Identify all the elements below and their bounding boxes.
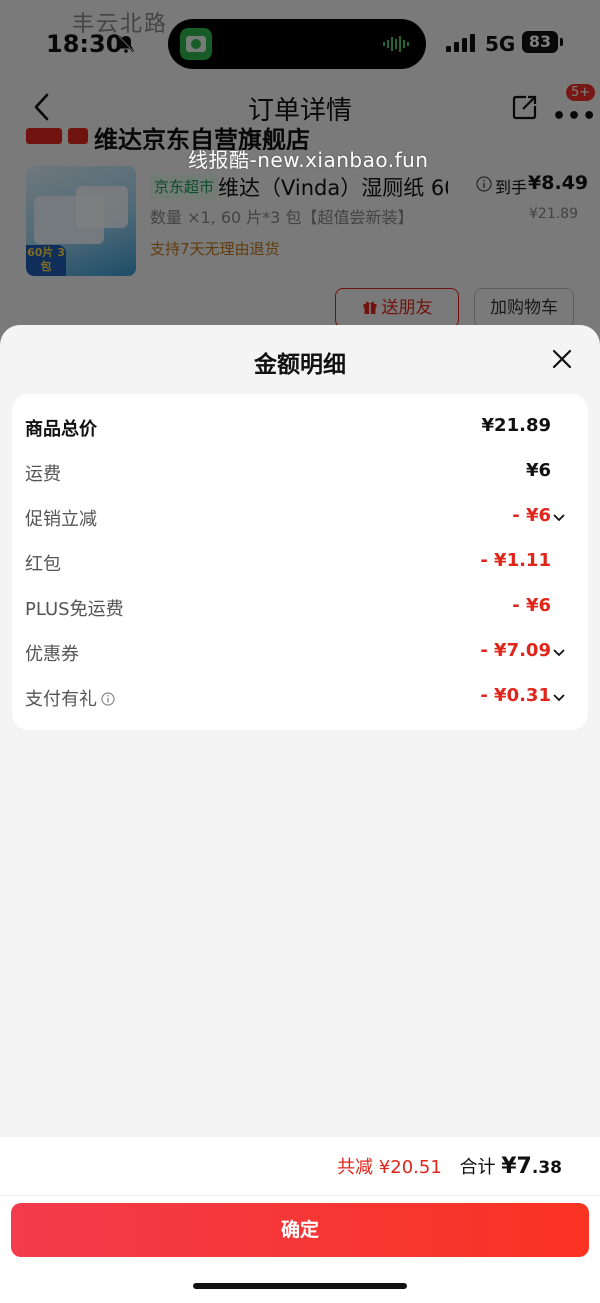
row-value: - ¥0.31 (480, 685, 551, 706)
row-value: - ¥1.11 (480, 550, 551, 571)
home-indicator[interactable] (193, 1283, 407, 1289)
row-label: 促销立减 (25, 509, 97, 530)
row-label: 运费 (25, 464, 61, 485)
confirm-button[interactable]: 确定 (11, 1203, 589, 1257)
row-payment-gift[interactable]: 支付有礼 - ¥0.31 (25, 685, 565, 713)
sheet-footer: 共减 ¥20.51 合计 ¥7.38 确定 (0, 1137, 600, 1303)
amount-breakdown-card: 商品总价 ¥21.89 运费 ¥6 促销立减 - ¥6 红包 - ¥1.11 P… (12, 394, 588, 730)
row-label: 商品总价 (25, 419, 97, 440)
row-total-price: 商品总价 ¥21.89 (25, 415, 565, 443)
chevron-down-icon[interactable] (553, 513, 565, 523)
row-value: ¥21.89 (481, 415, 551, 436)
close-icon[interactable] (552, 349, 572, 369)
total-value: ¥7 (501, 1154, 532, 1179)
chevron-down-icon[interactable] (553, 693, 565, 703)
row-label: 优惠券 (25, 644, 79, 665)
sheet-title: 金额明细 (254, 352, 346, 378)
divider (0, 1195, 600, 1196)
info-icon[interactable] (101, 692, 115, 706)
amount-summary: 共减 ¥20.51 合计 ¥7.38 (337, 1153, 562, 1179)
row-value: - ¥6 (512, 595, 551, 616)
amount-detail-sheet: 金额明细 商品总价 ¥21.89 运费 ¥6 促销立减 - ¥6 红包 - ¥1… (0, 325, 600, 1303)
row-value: - ¥6 (512, 505, 551, 526)
row-coupon[interactable]: 优惠券 - ¥7.09 (25, 640, 565, 668)
row-red-packet: 红包 - ¥1.11 (25, 550, 565, 578)
row-label: 支付有礼 (25, 685, 115, 711)
row-promotion[interactable]: 促销立减 - ¥6 (25, 505, 565, 533)
row-label: 红包 (25, 554, 61, 575)
row-value: ¥6 (525, 460, 551, 481)
row-value: - ¥7.09 (480, 640, 551, 661)
total-value-decimal: .38 (531, 1158, 562, 1178)
chevron-down-icon[interactable] (553, 648, 565, 658)
saved-value: ¥20.51 (378, 1157, 442, 1178)
row-label-text: 支付有礼 (25, 689, 97, 710)
row-plus-free-shipping: PLUS免运费 - ¥6 (25, 595, 565, 623)
row-label: PLUS免运费 (25, 599, 124, 620)
saved-label: 共减 (337, 1157, 374, 1178)
row-shipping: 运费 ¥6 (25, 460, 565, 488)
watermark-text: 线报酷-new.xianbao.fun (188, 148, 429, 172)
total-label: 合计 (459, 1157, 496, 1178)
